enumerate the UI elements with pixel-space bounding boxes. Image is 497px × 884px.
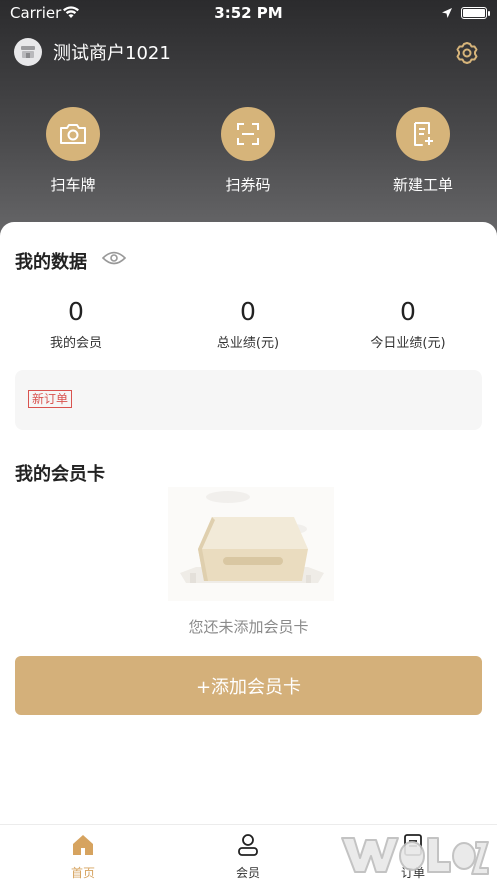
- store-icon: [14, 38, 42, 66]
- new-work-order-button[interactable]: 新建工单: [368, 107, 478, 195]
- gear-icon[interactable]: [454, 40, 480, 66]
- add-member-card-button[interactable]: +添加会员卡: [15, 656, 482, 715]
- stat-value: 0: [68, 297, 84, 326]
- tab-home-label: 首页: [70, 866, 95, 880]
- user-icon: [208, 833, 288, 861]
- stat-today-revenue[interactable]: 0 今日业绩(元): [328, 297, 488, 351]
- clock: 3:52 PM: [214, 4, 283, 22]
- stat-value: 0: [400, 297, 416, 326]
- empty-state-text: 您还未添加会员卡: [188, 618, 309, 636]
- member-cards-title: 我的会员卡: [15, 464, 105, 485]
- stat-members[interactable]: 0 我的会员: [0, 297, 156, 351]
- status-bar: Carrier 3:52 PM: [0, 0, 497, 26]
- eye-icon[interactable]: [101, 250, 127, 270]
- header: Carrier 3:52 PM 测试商户1021 扫车牌 扫券码 新建工单: [0, 0, 497, 250]
- new-work-order-label: 新建工单: [392, 176, 453, 194]
- new-document-icon: [396, 107, 450, 161]
- tab-members[interactable]: 会员: [208, 833, 288, 881]
- empty-box-illustration: [168, 487, 334, 601]
- tab-members-label: 会员: [235, 866, 260, 880]
- content-card: 我的数据 0 我的会员 0 总业绩(元) 0 今日业绩(元) 新订单 我的会员卡: [0, 222, 497, 883]
- home-icon: [43, 833, 123, 861]
- stat-label: 总业绩(元): [216, 336, 280, 351]
- battery-icon: [461, 7, 490, 19]
- merchant-name: 测试商户1021: [53, 43, 171, 64]
- scan-coupon-label: 扫券码: [225, 176, 271, 194]
- stat-value: 0: [240, 297, 256, 326]
- scan-plate-label: 扫车牌: [50, 176, 96, 194]
- scan-icon: [221, 107, 275, 161]
- location-arrow-icon: [441, 5, 453, 23]
- scan-coupon-button[interactable]: 扫券码: [193, 107, 303, 195]
- camera-icon: [46, 107, 100, 161]
- quick-actions: 扫车牌 扫券码 新建工单: [0, 107, 497, 197]
- new-order-panel[interactable]: 新订单: [15, 370, 482, 430]
- my-data-title: 我的数据: [15, 252, 87, 273]
- stat-label: 我的会员: [49, 336, 102, 351]
- new-order-tag: 新订单: [28, 390, 73, 408]
- scan-plate-button[interactable]: 扫车牌: [18, 107, 128, 195]
- merchant-switcher[interactable]: 测试商户1021: [14, 37, 171, 67]
- tab-home[interactable]: 首页: [43, 833, 123, 881]
- stat-total-revenue[interactable]: 0 总业绩(元): [168, 297, 328, 351]
- stat-label: 今日业绩(元): [370, 336, 446, 351]
- watermark-logo: [338, 828, 490, 880]
